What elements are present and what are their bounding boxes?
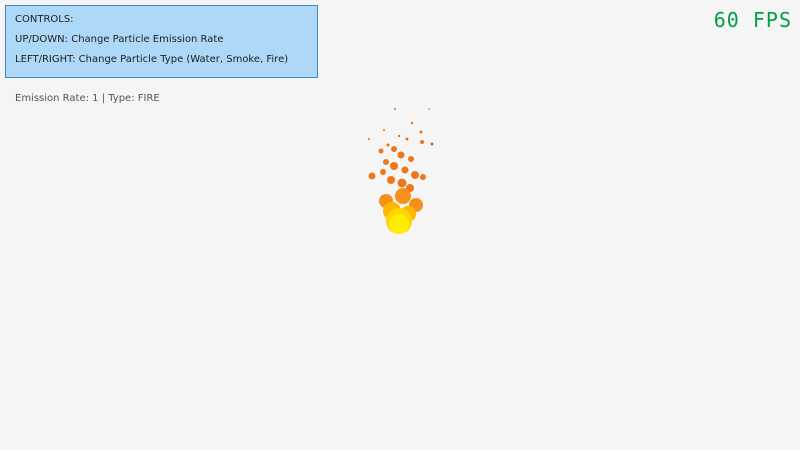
spark-particle [405,137,409,141]
spark-particle [419,130,423,134]
flame-particle [378,148,384,154]
flame-particle [401,166,409,174]
flame-particle [411,171,419,179]
spark-particle [420,140,424,144]
spark-particle [410,121,414,125]
flame-particle [390,162,398,170]
fire-sparks [368,108,434,147]
spark-particle [397,134,401,138]
fire-particle-emitter [368,108,434,234]
flame-particle [420,174,426,180]
spark-particle [386,143,390,147]
flame-particle [368,172,376,180]
fire-plume [368,146,426,192]
flame-core [389,214,409,234]
spark-particle [368,138,370,140]
flame-particle [391,146,397,152]
spark-particle [394,108,396,110]
spark-particle [430,142,434,146]
flame-particle [408,156,414,162]
game-canvas[interactable]: CONTROLS: UP/DOWN: Change Particle Emiss… [0,0,800,450]
flame-particle [397,151,405,159]
flame-particle [380,169,386,175]
spark-particle [383,129,385,131]
flame-particle [395,188,411,204]
flame-particle [397,178,407,188]
fire-body [379,188,423,234]
flame-particle [383,159,389,165]
flame-particle [387,176,395,184]
spark-particle [428,108,430,110]
